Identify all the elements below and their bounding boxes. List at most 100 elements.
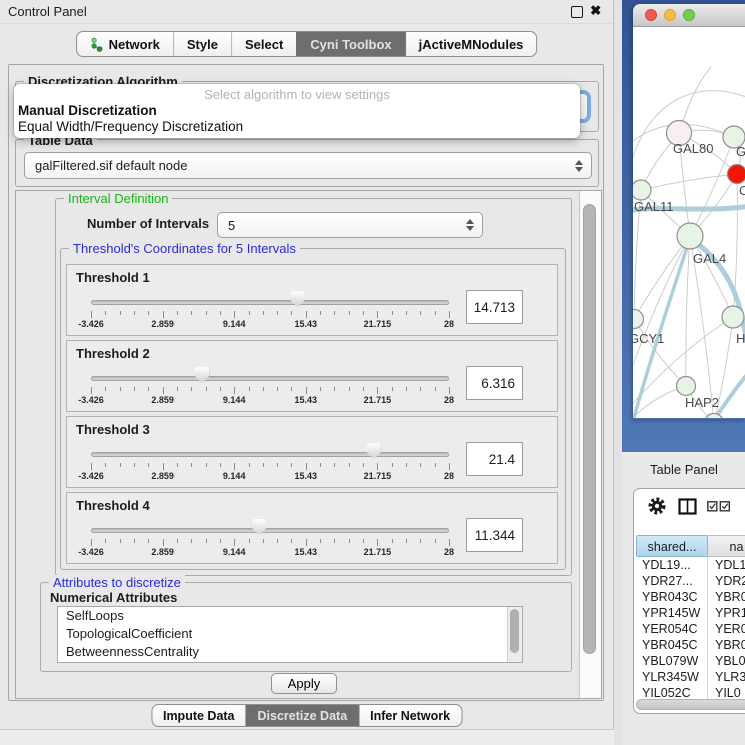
column-header-name[interactable]: na: [708, 535, 745, 557]
cell-shared-name[interactable]: YDR27...: [636, 573, 708, 589]
cell-shared-name[interactable]: YDL19...: [636, 557, 708, 573]
slider-tick: [91, 311, 92, 318]
network-node-h[interactable]: [722, 306, 744, 328]
cell-name[interactable]: YBR0: [708, 589, 745, 605]
slider-tick-label: -3.426: [69, 319, 113, 329]
tab-label: Select: [245, 37, 283, 52]
slider-tick: [320, 539, 321, 543]
horizontal-scrollbar[interactable]: [636, 699, 745, 710]
slider-tick-label: 15.43: [284, 319, 328, 329]
attribute-item-selfloops[interactable]: SelfLoops: [58, 607, 522, 625]
cell-name[interactable]: YBR0: [708, 637, 745, 653]
slider-tick: [220, 311, 221, 315]
dropdown-option-equal-width-frequency[interactable]: Equal Width/Frequency Discretization: [14, 119, 580, 135]
attribute-item-topologicalcoefficient[interactable]: TopologicalCoefficient: [58, 625, 522, 643]
network-node[interactable]: [705, 414, 724, 419]
num-intervals-label: Number of Intervals: [87, 216, 209, 231]
cell-name[interactable]: YDR2: [708, 573, 745, 589]
cell-name[interactable]: YBL0: [708, 653, 745, 669]
column-header-shared-name[interactable]: shared...: [636, 535, 708, 557]
network-icon: [90, 37, 103, 52]
split-columns-icon[interactable]: [678, 498, 697, 515]
tab-network[interactable]: Network: [77, 32, 173, 56]
close-traffic-icon[interactable]: [645, 9, 657, 21]
cell-shared-name[interactable]: YBR045C: [636, 637, 708, 653]
cell-name[interactable]: YPR1: [708, 605, 745, 621]
threshold-value[interactable]: 14.713: [466, 290, 523, 324]
table-row[interactable]: YBR043CYBR0: [636, 589, 745, 605]
panel-splitter[interactable]: [614, 0, 622, 745]
table-row[interactable]: YLR345WYLR3: [636, 669, 745, 685]
list-scrollbar-thumb[interactable]: [510, 609, 519, 653]
list-scrollbar[interactable]: [507, 607, 522, 662]
float-icon[interactable]: [571, 6, 583, 18]
network-node-hap2[interactable]: [677, 377, 696, 396]
slider-tick: [449, 311, 450, 318]
network-node-c[interactable]: [728, 165, 745, 184]
slider-tick: [320, 311, 321, 315]
network-node-label: H: [736, 331, 745, 346]
zoom-traffic-icon[interactable]: [683, 9, 695, 21]
threshold-value[interactable]: 6.316: [466, 366, 523, 400]
num-intervals-select[interactable]: 5: [217, 212, 483, 238]
table-row[interactable]: YER054CYER0: [636, 621, 745, 637]
num-intervals-value: 5: [228, 218, 235, 233]
apply-button[interactable]: Apply: [271, 673, 337, 694]
table-row[interactable]: YDR27...YDR2: [636, 573, 745, 589]
cell-shared-name[interactable]: YLR345W: [636, 669, 708, 685]
tab-style[interactable]: Style: [173, 32, 231, 56]
slider-tick: [163, 387, 164, 394]
slider-tick: [263, 539, 264, 543]
slider-tick: [249, 539, 250, 543]
table-row[interactable]: YPR145WYPR1: [636, 605, 745, 621]
gear-icon[interactable]: [648, 497, 666, 515]
cell-shared-name[interactable]: YBR043C: [636, 589, 708, 605]
vertical-scrollbar-thumb[interactable]: [583, 204, 596, 654]
network-canvas[interactable]: GAL80GACGAL11GAL4GCY1HHAP2: [633, 27, 745, 418]
cell-name[interactable]: YLR3: [708, 669, 745, 685]
close-icon[interactable]: ✖: [590, 3, 601, 19]
cell-shared-name[interactable]: YER054C: [636, 621, 708, 637]
tab-impute-data[interactable]: Impute Data: [152, 705, 246, 726]
slider-tick-label: 28: [427, 547, 471, 557]
table-data-select[interactable]: galFiltered.sif default node: [24, 152, 592, 179]
vertical-scrollbar[interactable]: [579, 191, 601, 698]
table-row[interactable]: YDL19...YDL1: [636, 557, 745, 573]
table-body: YDL19...YDL1YDR27...YDR2YBR043CYBR0YPR14…: [636, 557, 745, 701]
minimize-traffic-icon[interactable]: [664, 9, 676, 21]
cell-shared-name[interactable]: YBL079W: [636, 653, 708, 669]
attribute-item-betweennesscentrality[interactable]: BetweennessCentrality: [58, 643, 522, 661]
slider-tick: [191, 311, 192, 315]
slider-tick: [263, 311, 264, 315]
slider-tick: [163, 463, 164, 470]
cell-name[interactable]: YER0: [708, 621, 745, 637]
tab-select[interactable]: Select: [231, 32, 296, 56]
network-node-gal11[interactable]: [633, 180, 651, 200]
slider-tick-label: 21.715: [355, 395, 399, 405]
threshold-value[interactable]: 11.344: [466, 518, 523, 552]
tab-jactivemnodules[interactable]: jActiveMNodules: [405, 32, 537, 56]
threshold-value[interactable]: 21.4: [466, 442, 523, 476]
dropdown-option-manual-discretization[interactable]: Manual Discretization: [14, 103, 580, 119]
table-card: shared... na YDL19...YDL1YDR27...YDR2YBR…: [633, 488, 745, 714]
tab-infer-network[interactable]: Infer Network: [358, 705, 461, 726]
table-row[interactable]: YBL079WYBL0: [636, 653, 745, 669]
network-window[interactable]: GAL80GACGAL11GAL4GCY1HHAP2: [633, 4, 745, 419]
cell-name[interactable]: YDL1: [708, 557, 745, 573]
network-node-gal4[interactable]: [677, 223, 703, 249]
select-columns-icon[interactable]: [707, 501, 731, 512]
tab-label: Impute Data: [163, 709, 235, 723]
slider-tick: [234, 463, 235, 470]
table-row[interactable]: YBR045CYBR0: [636, 637, 745, 653]
slider-tick: [148, 463, 149, 467]
tab-discretize-data[interactable]: Discretize Data: [246, 705, 359, 726]
slider-tick: [163, 311, 164, 318]
cell-shared-name[interactable]: YPR145W: [636, 605, 708, 621]
slider-tick: [291, 311, 292, 315]
slider-tick: [206, 463, 207, 467]
slider-tick: [320, 463, 321, 467]
slider-tick: [420, 387, 421, 391]
network-node-gcy1[interactable]: [633, 310, 644, 329]
tab-cyni-toolbox[interactable]: Cyni Toolbox: [296, 32, 404, 56]
network-node-label: HAP2: [685, 395, 719, 410]
